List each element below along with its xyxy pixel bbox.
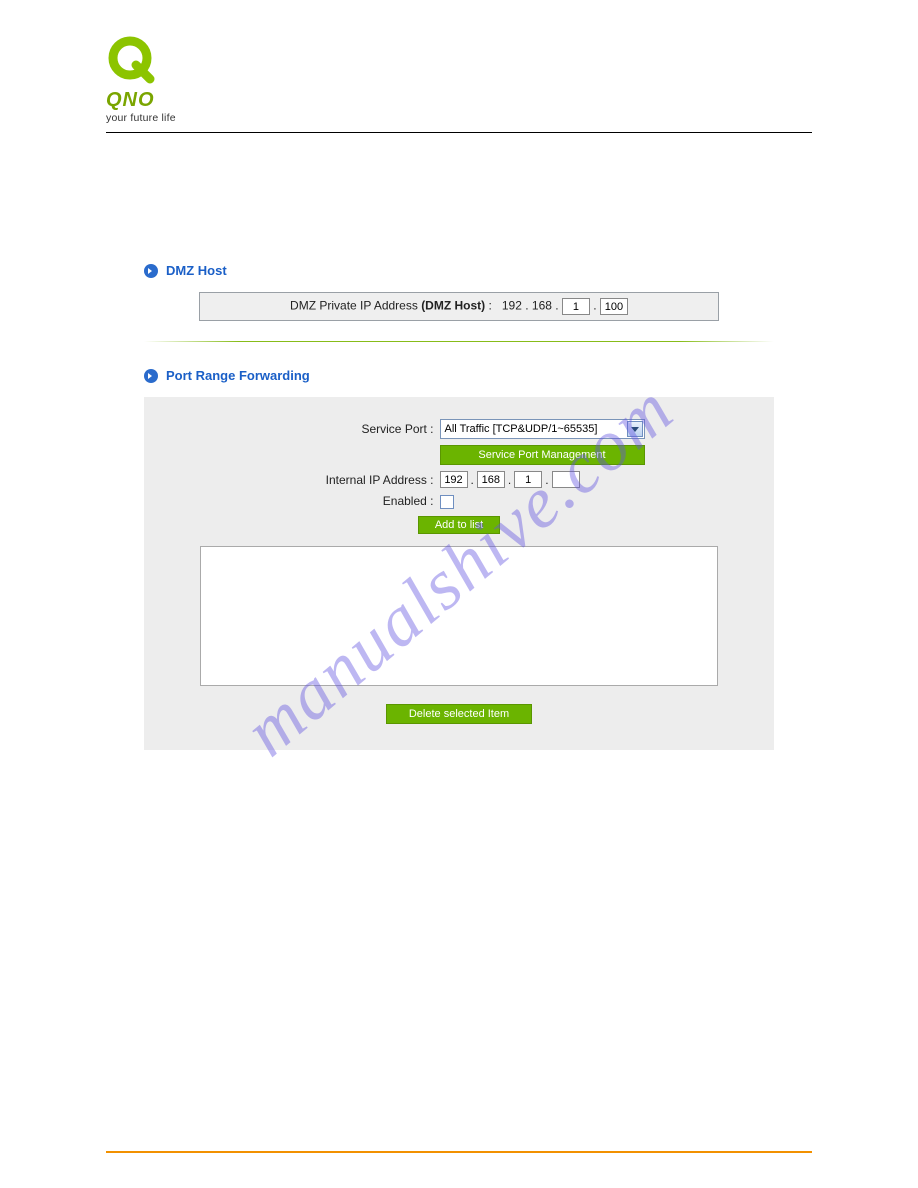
dmz-label-suffix: : [485,299,492,313]
service-port-value: All Traffic [TCP&UDP/1~65535] [445,423,598,435]
delete-selected-button[interactable]: Delete selected Item [386,704,532,724]
dmz-ip-octet4-input[interactable] [600,298,628,315]
dmz-section-header: DMZ Host [144,263,774,278]
brand-logo: QNO your future life [106,35,812,124]
internal-ip-octet1-input[interactable] [440,471,468,488]
dmz-label-prefix: DMZ Private IP Address [290,299,421,313]
chevron-down-icon [627,421,643,437]
internal-ip-octet4-input[interactable] [552,471,580,488]
portfwd-panel: Service Port : All Traffic [TCP&UDP/1~65… [144,397,774,750]
bullet-icon [144,264,158,278]
service-port-label: Service Port : [274,422,434,436]
internal-ip-octet3-input[interactable] [514,471,542,488]
internal-ip-label: Internal IP Address : [274,473,434,487]
logo-q-icon [106,35,156,85]
brand-tagline: your future life [106,112,176,124]
dmz-ip-octet1: 192 [502,299,522,313]
service-port-management-button[interactable]: Service Port Management [440,445,645,465]
dmz-label-bold: (DMZ Host) [421,299,485,313]
portfwd-section-header: Port Range Forwarding [144,368,774,383]
brand-name: QNO [106,89,176,112]
forwarding-list[interactable] [200,546,718,686]
section-divider [144,341,774,342]
footer-divider [106,1151,812,1153]
bullet-icon [144,369,158,383]
dmz-ip-octet2: 168 [532,299,552,313]
enabled-label: Enabled : [274,494,434,508]
dmz-ip-octet3-input[interactable] [562,298,590,315]
add-to-list-button[interactable]: Add to list [418,516,500,534]
enabled-checkbox[interactable] [440,495,454,509]
internal-ip-octet2-input[interactable] [477,471,505,488]
portfwd-heading: Port Range Forwarding [166,368,310,383]
dmz-host-row: DMZ Private IP Address (DMZ Host) : 192 … [199,292,719,321]
service-port-select[interactable]: All Traffic [TCP&UDP/1~65535] [440,419,645,439]
dmz-heading: DMZ Host [166,263,227,278]
